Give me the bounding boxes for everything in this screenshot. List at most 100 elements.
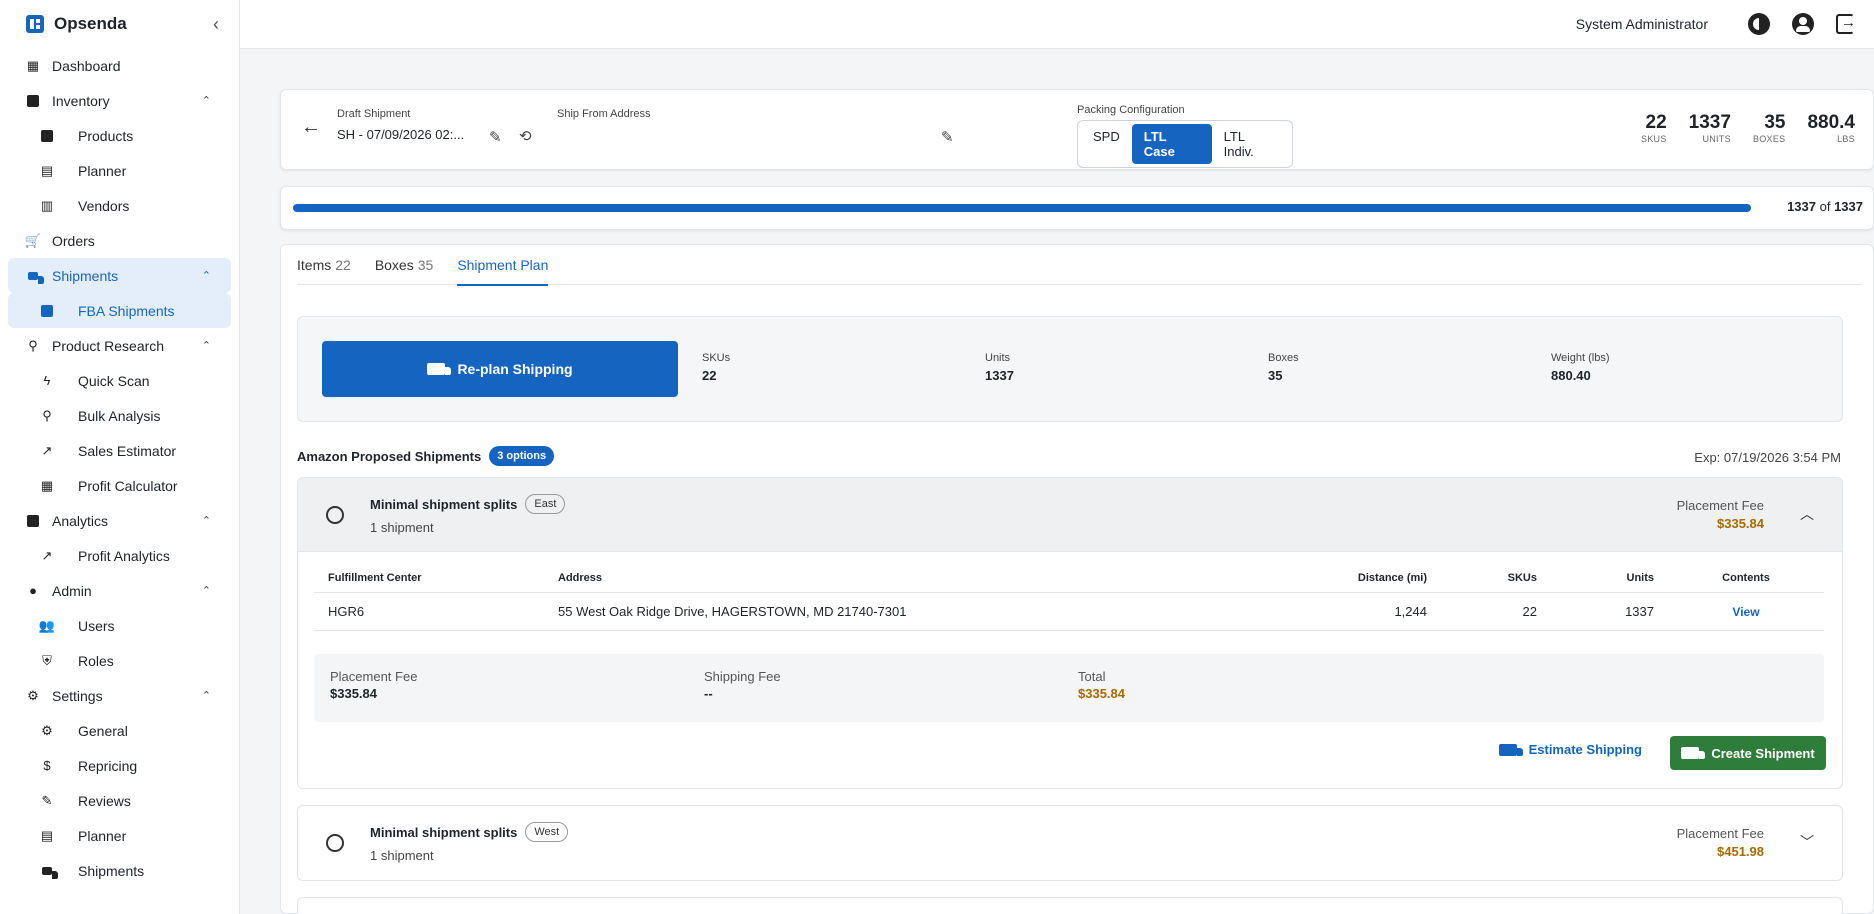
chevron-left-icon[interactable]: ‹ [213,14,219,35]
cell-skus: 22 [1441,592,1551,631]
progress-text: 1337 of 1337 [1787,199,1863,214]
chevron-down-icon[interactable]: ﹀ [1800,832,1814,852]
summary-boxes: Boxes 35 [1268,352,1299,383]
sidebar-item-label: Shipments [78,862,145,879]
stat-value: 880.4 [1807,112,1855,133]
logout-icon[interactable] [1836,14,1856,34]
sidebar-item-vendors[interactable]: ▥ Vendors [8,188,231,223]
summary-weight: Weight (lbs) 880.40 [1551,352,1609,383]
cell-units: 1337 [1551,592,1668,631]
option-header[interactable]: Minimal shipment splits East 1 shipment … [298,478,1842,552]
sidebar-item-label: Profit Analytics [78,547,170,564]
create-label: Create Shipment [1711,745,1815,761]
sidebar-item-product-research[interactable]: ⚲ Product Research ⌃ [8,328,231,363]
logo-icon [26,15,44,33]
stat-boxes: 35 BOXES [1753,112,1786,144]
stat-lbs: 880.4 LBS [1807,112,1855,144]
shipment-option-3 [297,897,1843,914]
view-contents-link[interactable]: View [1732,605,1759,619]
products-icon [40,129,54,143]
sidebar-item-sales-estimator[interactable]: ↗ Sales Estimator [8,433,231,468]
summary-value: 1337 [985,368,1014,383]
history-icon[interactable]: ⟲ [519,127,532,145]
tab-label: Shipment Plan [457,257,549,273]
tab-items[interactable]: Items 22 [297,245,351,285]
packing-config: Packing Configuration SPD LTL Case LTL I… [1077,104,1293,168]
sidebar-item-dashboard[interactable]: ▦ Dashboard [8,48,231,83]
tab-boxes[interactable]: Boxes 35 [375,245,434,285]
sidebar-item-label: Planner [78,162,127,179]
back-arrow-icon[interactable]: ← [301,116,321,139]
option-radio[interactable] [326,506,344,524]
sidebar-item-profit-analytics[interactable]: ↗ Profit Analytics [8,538,231,573]
packing-option-ltl-indiv[interactable]: LTL Indiv. [1212,124,1289,164]
sidebar-item-admin[interactable]: ● Admin ⌃ [8,573,231,608]
placement-fee-value: $335.84 [1717,516,1764,531]
sidebar-item-profit-calculator[interactable]: ▦ Profit Calculator [8,468,231,503]
review-icon: ✎ [41,792,53,808]
sidebar-item-shipments[interactable]: Shipments ⌃ [8,258,231,293]
fee-shipping: Shipping Fee -- [704,669,781,701]
fulfillment-table: Fulfillment Center Address Distance (mi)… [314,564,1824,631]
sidebar-item-label: Roles [78,652,114,669]
ship-from-label: Ship From Address [557,108,651,120]
sidebar-item-general[interactable]: ⚙ General [8,713,231,748]
truck-icon [26,269,44,284]
sidebar-item-users[interactable]: 👥 Users [8,608,231,643]
sidebar-item-label: Analytics [52,512,109,529]
option-title: Minimal shipment splits East [370,494,566,514]
packing-progress: 1337 of 1337 [280,186,1874,230]
estimate-shipping-button[interactable]: Estimate Shipping [1498,742,1642,757]
fee-label: Total [1078,669,1106,684]
tab-bar: Items 22 Boxes 35 Shipment Plan [297,245,1861,286]
sidebar-item-label: Settings [52,687,103,704]
expiry-text: Exp: 07/19/2026 3:54 PM [1694,450,1841,465]
tab-label: Boxes [374,257,414,273]
sidebar-item-products[interactable]: Products [8,118,231,153]
sidebar-item-fba-shipments[interactable]: FBA Shipments [8,293,231,328]
stat-value: 35 [1764,112,1786,133]
chevron-up-icon[interactable]: ︿ [1800,504,1814,524]
shipment-option-2: Minimal shipment splits West 1 shipment … [297,805,1843,881]
sidebar-item-settings[interactable]: ⚙ Settings ⌃ [8,678,231,713]
sidebar-item-planner[interactable]: ▤ Planner [8,153,231,188]
gear-icon: ⚙ [41,722,53,738]
sidebar-item-reviews[interactable]: ✎ Reviews [8,783,231,818]
chevron-up-icon: ⌃ [201,515,211,527]
sidebar-item-inventory[interactable]: Inventory ⌃ [8,83,231,118]
sidebar-item-orders[interactable]: 🛒 Orders [8,223,231,258]
create-shipment-button[interactable]: Create Shipment [1670,736,1826,770]
progress-bar [293,204,1751,212]
dashboard-icon: ▦ [26,57,40,73]
section-title: Amazon Proposed Shipments [297,448,482,464]
packing-option-ltl-case[interactable]: LTL Case [1131,124,1212,164]
account-icon[interactable] [1792,13,1814,35]
tab-shipment-plan[interactable]: Shipment Plan [457,245,549,286]
theme-toggle-icon[interactable] [1748,13,1770,35]
sidebar-item-analytics[interactable]: Analytics ⌃ [8,503,231,538]
sidebar: Opsenda ‹ ▦ Dashboard Inventory ⌃ Products… [0,0,240,914]
progress-fill [293,204,1751,212]
sidebar-item-shipments-settings[interactable]: Shipments [8,853,231,888]
stat-unit: UNITS [1702,134,1731,144]
summary-value: 35 [1268,368,1283,383]
edit-address-icon[interactable]: ✎ [941,128,954,146]
sidebar-item-planner-settings[interactable]: ▤ Planner [8,818,231,853]
options-badge: 3 options [489,446,555,466]
sidebar-item-repricing[interactable]: $ Repricing [8,748,231,783]
packing-option-spd[interactable]: SPD [1081,124,1132,164]
trending-icon: ↗ [41,547,53,563]
edit-name-icon[interactable]: ✎ [489,128,502,146]
option-radio[interactable] [326,834,344,852]
option-header[interactable]: Minimal shipment splits West 1 shipment … [298,806,1842,880]
option-title-text: Minimal shipment splits [370,496,518,512]
users-icon: 👥 [38,617,56,633]
sidebar-item-bulk-analysis[interactable]: ⚲ Bulk Analysis [8,398,231,433]
sidebar-item-quick-scan[interactable]: ϟ Quick Scan [8,363,231,398]
col-header: Contents [1668,564,1824,593]
replan-shipping-button[interactable]: Re-plan Shipping [322,341,678,397]
main-area: System Administrator ← Draft Shipment SH… [240,0,1874,914]
analytics-icon [26,514,40,528]
sidebar-item-roles[interactable]: ⛨ Roles [8,643,231,678]
user-name: System Administrator [1575,16,1708,32]
